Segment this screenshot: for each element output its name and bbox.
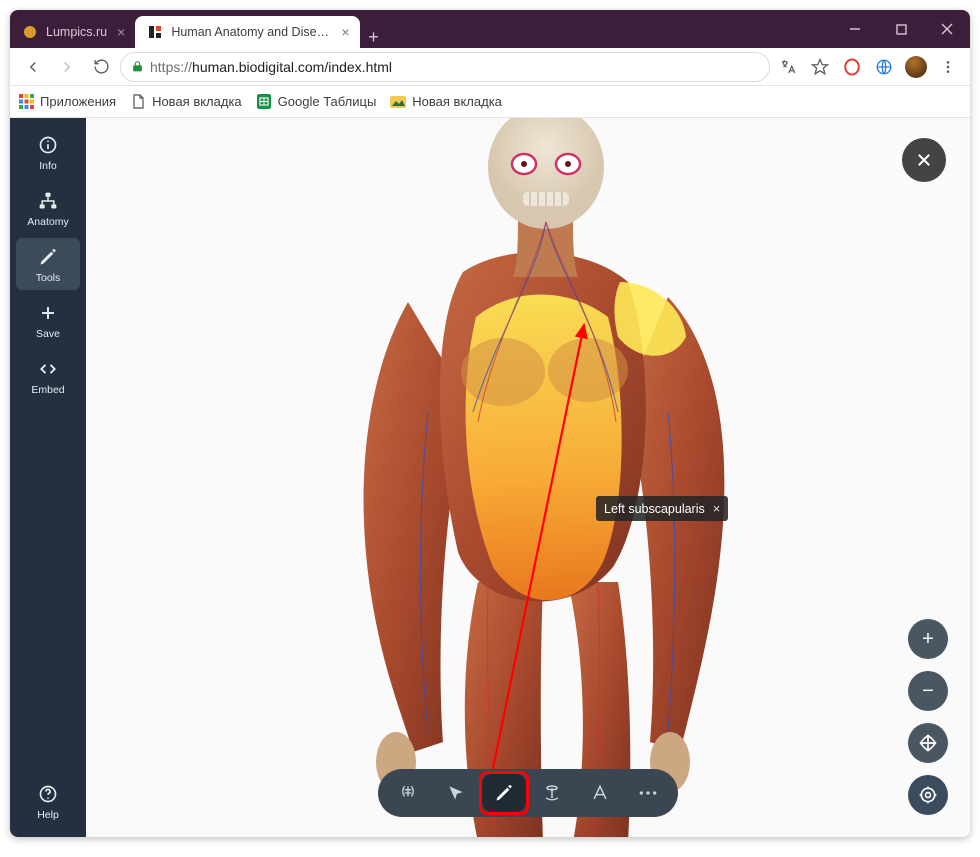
close-viewer-button[interactable] <box>902 138 946 182</box>
sidebar-item-save[interactable]: Save <box>16 294 80 346</box>
landscape-icon <box>390 94 406 110</box>
bookmark-newtab-2[interactable]: Новая вкладка <box>390 94 502 110</box>
sidebar-label: Info <box>39 160 57 172</box>
bottom-toolbar <box>378 769 678 817</box>
selection-label: Left subscapularis <box>604 502 705 516</box>
favicon-lumpics <box>22 24 38 40</box>
new-tab-button[interactable]: + <box>360 27 388 48</box>
sidebar-label: Tools <box>36 272 61 284</box>
sidebar-item-tools[interactable]: Tools <box>16 238 80 290</box>
code-icon <box>37 358 59 380</box>
menu-icon[interactable] <box>934 53 962 81</box>
draw-tool-button[interactable] <box>482 774 526 812</box>
sidebar-item-help[interactable]: Help <box>16 775 80 827</box>
annotate-tool-button[interactable] <box>578 774 622 812</box>
close-button[interactable] <box>924 10 970 48</box>
bookmark-label: Новая вкладка <box>152 94 242 109</box>
opera-ext-icon[interactable] <box>838 53 866 81</box>
reload-button[interactable] <box>86 52 116 82</box>
pencil-icon <box>37 246 59 268</box>
tab-close-icon[interactable]: × <box>341 24 349 40</box>
bookmark-apps[interactable]: Приложения <box>18 94 116 110</box>
back-button[interactable] <box>18 52 48 82</box>
slice-tool-button[interactable] <box>530 774 574 812</box>
tab-close-icon[interactable]: × <box>117 24 125 40</box>
sidebar-label: Help <box>37 809 59 821</box>
hierarchy-icon <box>37 190 59 212</box>
chip-close-icon[interactable]: × <box>713 501 721 516</box>
bookmark-sheets[interactable]: Google Таблицы <box>256 94 377 110</box>
star-icon[interactable] <box>806 53 834 81</box>
picker-tool-button[interactable] <box>434 774 478 812</box>
bookmark-newtab-1[interactable]: Новая вкладка <box>130 94 242 110</box>
zoom-out-button[interactable]: − <box>908 671 948 711</box>
left-sidebar: Info Anatomy Tools Save Embed Help <box>10 118 86 837</box>
sidebar-item-anatomy[interactable]: Anatomy <box>16 182 80 234</box>
app-content: Info Anatomy Tools Save Embed Help <box>10 118 970 837</box>
sidebar-label: Anatomy <box>27 216 68 228</box>
tab-biodigital[interactable]: Human Anatomy and Disease in… × <box>135 16 359 48</box>
view-controls: + − <box>908 619 948 815</box>
bookmark-label: Google Таблицы <box>278 94 377 109</box>
pan-button[interactable] <box>908 723 948 763</box>
info-icon <box>37 134 59 156</box>
zoom-in-button[interactable]: + <box>908 619 948 659</box>
browser-window: Lumpics.ru × Human Anatomy and Disease i… <box>10 10 970 837</box>
globe-ext-icon[interactable] <box>870 53 898 81</box>
sidebar-item-info[interactable]: Info <box>16 126 80 178</box>
address-bar: https://human.biodigital.com/index.html <box>10 48 970 86</box>
tabs-strip: Lumpics.ru × Human Anatomy and Disease i… <box>10 10 832 48</box>
forward-button[interactable] <box>52 52 82 82</box>
xray-tool-button[interactable] <box>386 774 430 812</box>
tab-lumpics[interactable]: Lumpics.ru × <box>10 16 135 48</box>
maximize-button[interactable] <box>878 10 924 48</box>
lock-icon <box>131 60 144 73</box>
titlebar: Lumpics.ru × Human Anatomy and Disease i… <box>10 10 970 48</box>
bookmark-label: Новая вкладка <box>412 94 502 109</box>
apps-icon <box>18 94 34 110</box>
url-text: https://human.biodigital.com/index.html <box>150 59 392 75</box>
translate-icon[interactable] <box>774 53 802 81</box>
more-tools-button[interactable] <box>626 774 670 812</box>
question-icon <box>37 783 59 805</box>
selection-chip[interactable]: Left subscapularis × <box>596 496 728 521</box>
sidebar-label: Save <box>36 328 60 340</box>
tab-title: Lumpics.ru <box>46 25 107 39</box>
bookmark-label: Приложения <box>40 94 116 109</box>
sidebar-item-embed[interactable]: Embed <box>16 350 80 402</box>
anatomy-model <box>268 118 788 837</box>
window-controls <box>832 10 970 48</box>
sidebar-label: Embed <box>31 384 64 396</box>
viewer-canvas[interactable]: Left subscapularis × + − <box>86 118 970 837</box>
minimize-button[interactable] <box>832 10 878 48</box>
sheets-icon <box>256 94 272 110</box>
bookmarks-bar: Приложения Новая вкладка Google Таблицы … <box>10 86 970 118</box>
profile-avatar[interactable] <box>902 53 930 81</box>
tab-title: Human Anatomy and Disease in… <box>171 25 331 39</box>
recenter-button[interactable] <box>908 775 948 815</box>
document-icon <box>130 94 146 110</box>
plus-icon <box>37 302 59 324</box>
favicon-biodigital <box>147 24 163 40</box>
omnibox[interactable]: https://human.biodigital.com/index.html <box>120 52 770 82</box>
